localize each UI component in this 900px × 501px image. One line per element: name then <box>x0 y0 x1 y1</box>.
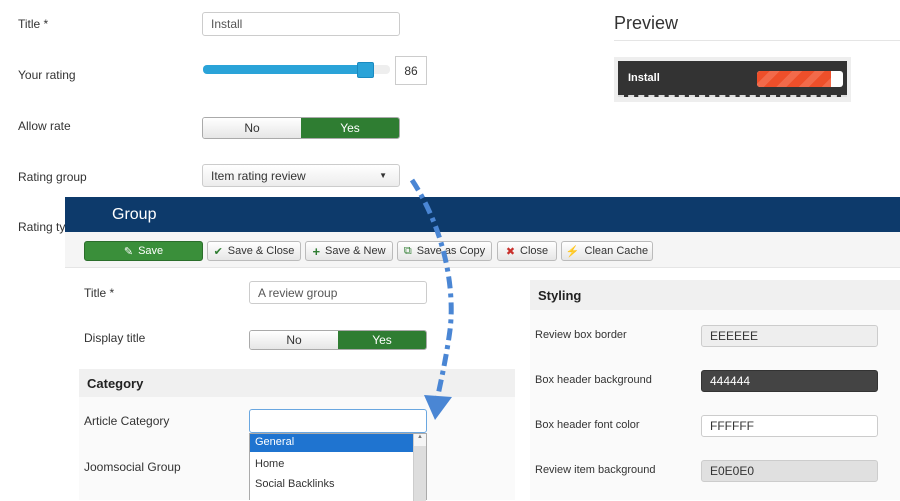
arrow-path <box>409 178 454 401</box>
annotation-arrow <box>409 178 454 420</box>
arrow-head-icon <box>424 395 452 420</box>
